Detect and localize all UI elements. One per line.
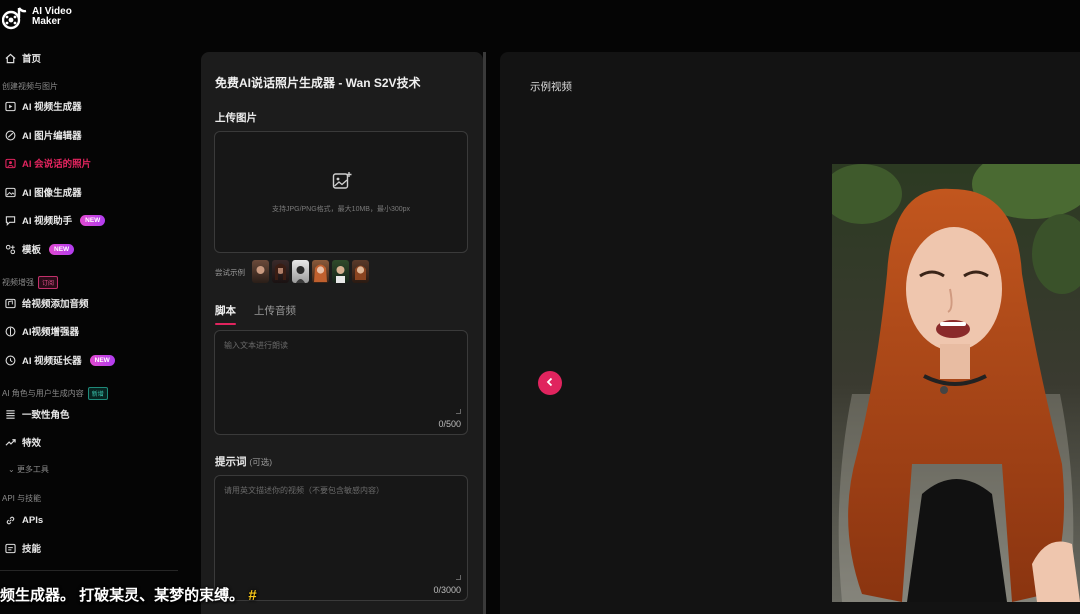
nav-label: AI 会说话的照片 (22, 159, 92, 170)
resize-handle[interactable] (456, 575, 461, 580)
template-icon (4, 243, 16, 255)
section-enhance-label: 视频增强 (2, 278, 34, 287)
image-edit-icon (4, 129, 16, 141)
nav-templates[interactable]: 模板 NEW (4, 239, 75, 259)
sample-thumb-1[interactable] (252, 260, 269, 283)
preview-title: 示例视频 (530, 81, 572, 93)
nav-label: 模板 (22, 245, 42, 256)
nav-label: APIs (22, 514, 44, 526)
nav-ai-image-generator[interactable]: AI 图像生成器 (4, 182, 82, 202)
nav-apis[interactable]: APIs (4, 510, 43, 530)
extend-icon (4, 354, 16, 366)
prompt-char-count: 0/3000 (433, 585, 461, 595)
prompt-optional-hint: (可选) (249, 457, 273, 467)
image-icon (4, 186, 16, 198)
skill-icon (4, 542, 16, 554)
upload-label: 上传图片 (215, 112, 257, 124)
nav-label: 特效 (22, 438, 42, 449)
sample-thumb-2[interactable] (272, 260, 289, 283)
home-icon (4, 52, 16, 64)
nav-label: AI 视频延长器 (22, 356, 82, 367)
prompt-placeholder: 请用英文描述你的视频（不要包含敏感内容） (224, 486, 384, 495)
nav-ai-video-extender[interactable]: AI 视频延长器 NEW (4, 350, 115, 370)
nav-label: AI 视频助手 (22, 216, 73, 227)
nav-skills[interactable]: 技能 (4, 538, 41, 558)
nav-label: AI 图片编辑器 (22, 131, 82, 142)
nav-ai-image-editor[interactable]: AI 图片编辑器 (4, 125, 82, 145)
sample-thumb-4[interactable] (312, 260, 329, 283)
sample-thumb-5[interactable] (332, 260, 349, 283)
sample-thumb-6[interactable] (352, 260, 369, 283)
nav-label: AI 视频生成器 (22, 102, 82, 113)
resize-handle[interactable] (456, 409, 461, 414)
prompt-label: 提示词 (可选) (215, 454, 272, 469)
link-icon (4, 514, 16, 526)
nav-label: 给视频添加音频 (22, 299, 89, 310)
app-logo[interactable]: AI Video Maker (1, 4, 76, 30)
sidebar: AI Video Maker 首页 创建视频与图片 AI 视频生成器 AI 图片编… (0, 0, 196, 614)
script-placeholder: 输入文本进行朗读 (224, 341, 288, 350)
upload-hint: 支持JPG/PNG格式，最大10MB，最小300px (271, 206, 411, 213)
trend-icon (4, 436, 16, 448)
nav-home-label: 首页 (22, 54, 42, 65)
section-create: 创建视频与图片 (2, 82, 58, 91)
script-char-count: 0/500 (438, 419, 461, 429)
more-tools-toggle[interactable]: ⌄ 更多工具 (8, 464, 49, 475)
section-ugc-label: AI 角色与用户生成内容 (2, 389, 84, 398)
chevron-left-icon (545, 374, 555, 392)
tab-script[interactable]: 脚本 (215, 303, 236, 325)
new-added-badge: 新增 (87, 387, 108, 400)
image-add-icon (331, 170, 353, 192)
new-badge: NEW (80, 214, 106, 226)
prompt-textarea[interactable]: 请用英文描述你的视频（不要包含敏感内容） 0/3000 (214, 475, 468, 601)
preview-panel: 示例视频 (500, 52, 1080, 614)
video-subtitle: 频生成器。 打破某灵、某梦的束缚。 # (0, 584, 257, 605)
generator-form-panel: 免费AI说话照片生成器 - Wan S2V技术 上传图片 支持JPG/PNG格式… (201, 52, 483, 614)
nav-home[interactable]: 首页 (4, 48, 41, 68)
sample-images (252, 260, 369, 283)
chevron-down-icon: ⌄ (8, 465, 17, 474)
tab-upload-audio[interactable]: 上传音频 (254, 303, 296, 325)
try-samples-label: 尝试示例 (215, 268, 245, 277)
logo-icon (1, 4, 28, 30)
prompt-label-text: 提示词 (215, 456, 247, 468)
talking-photo-icon (4, 157, 16, 169)
more-tools-label: 更多工具 (16, 465, 49, 474)
logo-text: AI Video Maker (32, 6, 72, 27)
nav-add-audio[interactable]: 给视频添加音频 (4, 293, 89, 313)
enhance-icon (4, 325, 16, 337)
nav-consistent-character[interactable]: 一致性角色 (4, 404, 70, 424)
nav-label: AI视频增强器 (22, 327, 80, 338)
video-icon (4, 100, 16, 112)
page-title: 免费AI说话照片生成器 - Wan S2V技术 (215, 76, 421, 90)
input-mode-tabs: 脚本 上传音频 (215, 303, 296, 325)
nav-ai-video-enhancer[interactable]: AI视频增强器 (4, 321, 79, 341)
section-api: API 与技能 (2, 494, 42, 503)
sample-video[interactable] (832, 164, 1080, 602)
new-badge: NEW (89, 354, 115, 366)
nav-effects[interactable]: 特效 (4, 432, 41, 452)
grid-icon (4, 408, 16, 420)
sidebar-divider (0, 570, 178, 571)
image-upload-dropzone[interactable]: 支持JPG/PNG格式，最大10MB，最小300px (214, 131, 468, 253)
subscribe-badge: 订阅 (38, 276, 59, 289)
previous-button[interactable] (538, 371, 562, 395)
new-badge: NEW (49, 243, 75, 255)
nav-ai-video-generator[interactable]: AI 视频生成器 (4, 96, 82, 116)
nav-label: AI 图像生成器 (22, 188, 82, 199)
subtitle-hashtag: # (248, 587, 257, 604)
audio-add-icon (4, 297, 16, 309)
chat-icon (4, 214, 16, 226)
section-enhance: 视频增强 订阅 (2, 276, 59, 289)
subtitle-text: 频生成器。 打破某灵、某梦的束缚。 (0, 587, 245, 604)
sample-thumb-3[interactable] (292, 260, 309, 283)
section-ugc: AI 角色与用户生成内容 新增 (2, 387, 108, 400)
panel-scrollbar[interactable] (483, 52, 486, 614)
nav-label: 技能 (22, 544, 42, 555)
nav-label: 一致性角色 (22, 410, 70, 421)
nav-ai-video-assistant[interactable]: AI 视频助手 NEW (4, 210, 106, 230)
nav-ai-talking-photo[interactable]: AI 会说话的照片 (4, 153, 91, 173)
script-textarea[interactable]: 输入文本进行朗读 0/500 (214, 330, 468, 435)
